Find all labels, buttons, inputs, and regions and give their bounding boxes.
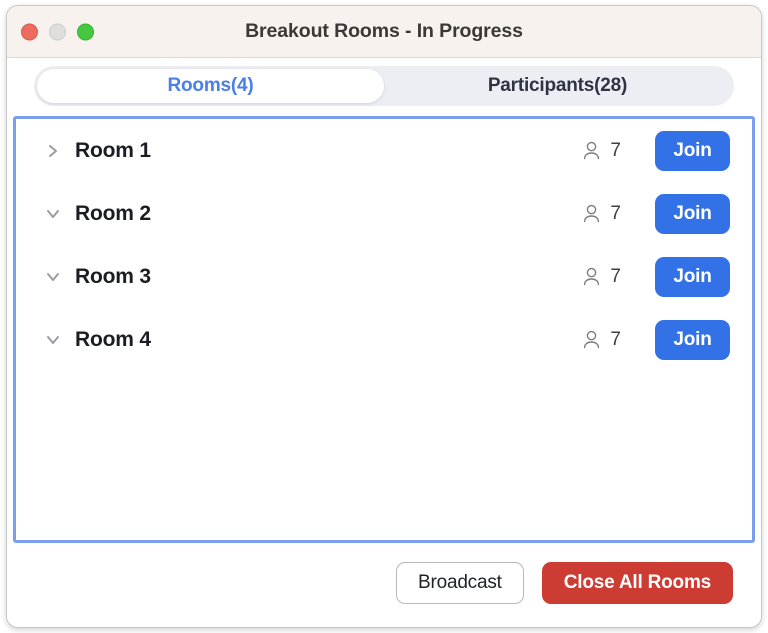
close-all-rooms-button[interactable]: Close All Rooms (541, 562, 733, 604)
chevron-down-icon[interactable] (42, 204, 64, 224)
chevron-down-icon[interactable] (42, 330, 64, 350)
room-row[interactable]: Room 4 7 Join (16, 308, 752, 371)
chevron-down-icon[interactable] (42, 267, 64, 287)
zoom-window-button[interactable] (77, 23, 94, 40)
room-name: Room 4 (75, 327, 151, 351)
person-icon (582, 329, 601, 350)
person-icon (582, 266, 601, 287)
participant-count-value: 7 (610, 328, 621, 350)
person-icon (582, 203, 601, 224)
window-title: Breakout Rooms - In Progress (245, 20, 523, 42)
footer-actions: Broadcast Close All Rooms (7, 543, 761, 627)
join-button[interactable]: Join (655, 256, 730, 297)
traffic-lights (21, 23, 94, 40)
tabbar: Rooms(4) Participants(28) (7, 58, 761, 114)
room-participant-count: 7 (582, 266, 621, 288)
minimize-window-button[interactable] (49, 23, 66, 40)
tab-group: Rooms(4) Participants(28) (34, 66, 734, 106)
room-name: Room 3 (75, 264, 151, 288)
room-row[interactable]: Room 2 7 Join (16, 182, 752, 245)
tab-rooms[interactable]: Rooms(4) (37, 69, 384, 103)
room-participant-count: 7 (582, 329, 621, 351)
person-icon (582, 140, 601, 161)
room-list-panel: Room 1 7 Join Room 2 7 Join Room 3 7 Joi… (13, 116, 755, 543)
participant-count-value: 7 (610, 139, 621, 161)
room-participant-count: 7 (582, 203, 621, 225)
room-name: Room 1 (75, 138, 151, 162)
room-name: Room 2 (75, 201, 151, 225)
breakout-rooms-window: Breakout Rooms - In Progress Rooms(4) Pa… (6, 5, 762, 628)
join-button[interactable]: Join (655, 193, 730, 234)
chevron-right-icon[interactable] (42, 141, 64, 161)
window-titlebar: Breakout Rooms - In Progress (7, 6, 761, 58)
close-window-button[interactable] (21, 23, 38, 40)
broadcast-button[interactable]: Broadcast (395, 562, 524, 604)
tab-participants[interactable]: Participants(28) (384, 69, 731, 103)
join-button[interactable]: Join (655, 319, 730, 360)
participant-count-value: 7 (610, 202, 621, 224)
join-button[interactable]: Join (655, 130, 730, 171)
participant-count-value: 7 (610, 265, 621, 287)
room-row[interactable]: Room 3 7 Join (16, 245, 752, 308)
room-row[interactable]: Room 1 7 Join (16, 119, 752, 182)
room-participant-count: 7 (582, 140, 621, 162)
